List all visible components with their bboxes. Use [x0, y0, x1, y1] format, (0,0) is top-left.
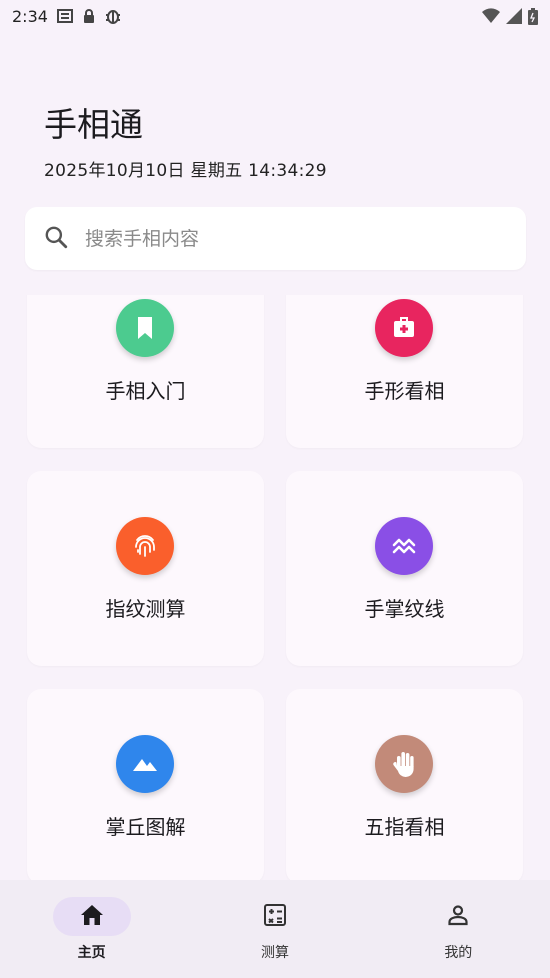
- search-icon: [43, 224, 69, 254]
- signal-icon: [506, 8, 522, 24]
- lock-icon: [82, 8, 96, 24]
- feature-grid-viewport[interactable]: 手相入门 手形看相 指纹测算 手掌纹线 掌丘图解 五指看相: [0, 295, 550, 880]
- status-right: [482, 7, 538, 25]
- card-label: 五指看相: [364, 815, 445, 839]
- card-palm-mounts[interactable]: 掌丘图解: [27, 689, 264, 880]
- feature-grid: 手相入门 手形看相 指纹测算 手掌纹线 掌丘图解 五指看相: [27, 295, 523, 880]
- nav-indicator: [236, 897, 314, 936]
- nav-label-profile: 我的: [444, 945, 473, 961]
- card-hand-shape[interactable]: 手形看相: [286, 295, 523, 448]
- page-title: 手相通: [44, 105, 143, 144]
- hand-icon: [375, 735, 433, 793]
- current-datetime: 2025年10月10日 星期五 14:34:29: [44, 161, 327, 181]
- nav-label-calculate: 测算: [260, 945, 289, 961]
- wifi-icon: [482, 8, 500, 24]
- mountains-icon: [116, 735, 174, 793]
- palm-lines-icon: [375, 517, 433, 575]
- fingerprint-icon: [116, 517, 174, 575]
- card-fingerprint[interactable]: 指纹测算: [27, 471, 264, 666]
- card-palm-intro[interactable]: 手相入门: [27, 295, 264, 448]
- nav-item-calculate[interactable]: 测算: [183, 880, 366, 978]
- card-label: 掌丘图解: [105, 815, 186, 839]
- status-left: 2:34: [12, 7, 122, 26]
- search-bar[interactable]: [25, 207, 526, 270]
- nav-item-profile[interactable]: 我的: [367, 880, 550, 978]
- nav-indicator: [419, 897, 497, 936]
- card-palm-lines[interactable]: 手掌纹线: [286, 471, 523, 666]
- battery-icon: [528, 7, 538, 25]
- bottom-nav: 主页 测算 我的: [0, 880, 550, 978]
- nav-item-home[interactable]: 主页: [0, 880, 183, 978]
- bug-icon: [104, 7, 122, 25]
- status-bar: 2:34: [0, 0, 550, 32]
- search-input[interactable]: [83, 226, 487, 251]
- person-icon: [446, 903, 470, 931]
- status-time: 2:34: [12, 6, 48, 26]
- card-label: 手形看相: [364, 379, 445, 403]
- card-label: 指纹测算: [105, 597, 186, 621]
- nav-indicator: [52, 897, 131, 936]
- bookmark-icon: [116, 299, 174, 357]
- medical-icon: [375, 299, 433, 357]
- card-five-fingers[interactable]: 五指看相: [286, 689, 523, 880]
- card-label: 手掌纹线: [364, 597, 445, 621]
- calculator-icon: [263, 903, 287, 931]
- nav-label-home: 主页: [77, 945, 106, 961]
- notification-icon: [56, 7, 74, 25]
- card-label: 手相入门: [105, 379, 186, 403]
- home-icon: [80, 904, 104, 930]
